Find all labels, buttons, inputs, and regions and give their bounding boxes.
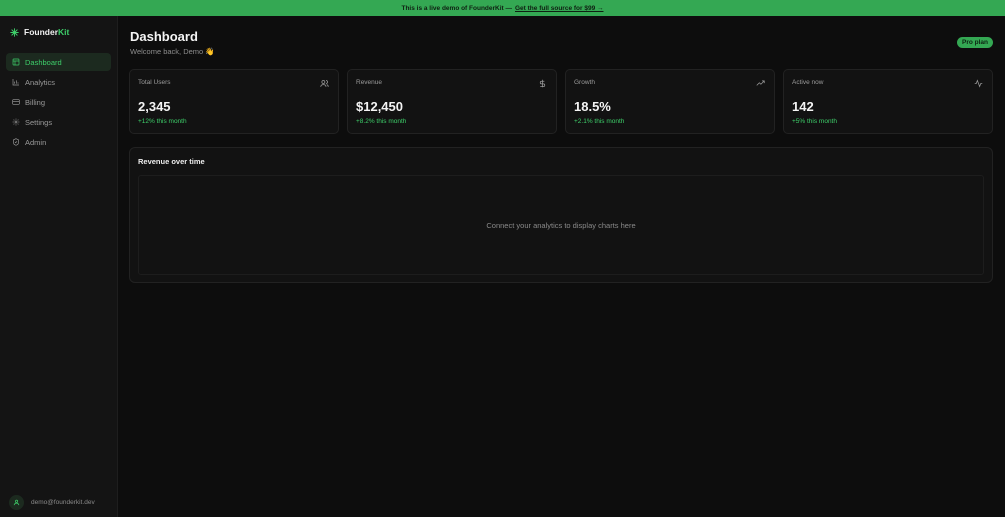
welcome-subtitle: Welcome back, Demo 👋	[130, 47, 215, 56]
stat-card-total-users: Total Users 2,345 +12% this month	[129, 69, 339, 134]
logo-icon	[10, 27, 19, 37]
dollar-icon	[539, 79, 546, 88]
stat-card-growth: Growth 18.5% +2.1% this month	[565, 69, 775, 134]
stat-value: 18.5%	[574, 99, 611, 114]
stats-cards: Total Users 2,345 +12% this month Revenu…	[129, 69, 993, 134]
plan-badge: Pro plan	[956, 37, 993, 48]
brand-logo[interactable]: FounderKit	[10, 25, 69, 39]
credit-card-icon	[12, 99, 20, 105]
bar-chart-icon	[12, 79, 19, 86]
sidebar-item-admin[interactable]: Admin	[6, 133, 111, 151]
stat-delta: +2.1% this month	[574, 118, 625, 125]
panel-title: Revenue over time	[138, 157, 205, 166]
sidebar: FounderKit Dashboard Analytics Billing S…	[0, 16, 118, 517]
sidebar-item-label: Analytics	[25, 77, 56, 87]
sidebar-item-settings[interactable]: Settings	[6, 113, 111, 131]
user-icon	[13, 499, 20, 506]
main-content: Dashboard Welcome back, Demo 👋 Pro plan …	[118, 16, 1005, 517]
stat-label: Growth	[574, 79, 595, 86]
stat-value: $12,450	[356, 99, 403, 114]
stat-delta: +8.2% this month	[356, 118, 407, 125]
stat-value: 2,345	[138, 99, 171, 114]
revenue-chart-panel: Revenue over time Connect your analytics…	[129, 147, 993, 283]
grid-icon	[12, 58, 20, 66]
stat-card-revenue: Revenue $12,450 +8.2% this month	[347, 69, 557, 134]
sidebar-item-label: Admin	[25, 137, 47, 147]
brand-name-accent: Kit	[58, 27, 70, 37]
stat-delta: +5% this month	[792, 118, 837, 125]
activity-icon	[974, 79, 983, 88]
stat-delta: +12% this month	[138, 118, 187, 125]
shield-icon	[13, 138, 19, 146]
banner-text: This is a live demo of FounderKit —	[401, 4, 512, 12]
stat-value: 142	[792, 99, 814, 114]
trending-up-icon	[756, 80, 765, 86]
sidebar-item-dashboard[interactable]: Dashboard	[6, 53, 111, 71]
user-account[interactable]: demo@founderkit.dev	[9, 495, 95, 510]
users-icon	[320, 80, 329, 87]
stat-card-active-now: Active now 142 +5% this month	[783, 69, 993, 134]
sidebar-item-label: Billing	[25, 97, 46, 107]
sidebar-nav: Dashboard Analytics Billing Settings Adm…	[6, 53, 111, 153]
gear-icon	[12, 118, 20, 126]
sidebar-item-label: Settings	[25, 117, 53, 127]
stat-label: Revenue	[356, 79, 383, 86]
stat-label: Active now	[792, 79, 824, 86]
user-email: demo@founderkit.dev	[31, 499, 95, 506]
stat-label: Total Users	[138, 79, 171, 86]
sidebar-item-billing[interactable]: Billing	[6, 93, 111, 111]
avatar	[9, 495, 24, 510]
demo-banner: This is a live demo of FounderKit — Get …	[0, 0, 1005, 16]
chart-placeholder: Connect your analytics to display charts…	[138, 175, 984, 275]
brand-name: Founder	[24, 27, 58, 37]
placeholder-text: Connect your analytics to display charts…	[486, 220, 636, 230]
page-title: Dashboard	[130, 29, 198, 44]
sidebar-item-analytics[interactable]: Analytics	[6, 73, 111, 91]
sidebar-item-label: Dashboard	[25, 57, 62, 67]
get-source-link[interactable]: Get the full source for $99 →	[515, 5, 604, 12]
